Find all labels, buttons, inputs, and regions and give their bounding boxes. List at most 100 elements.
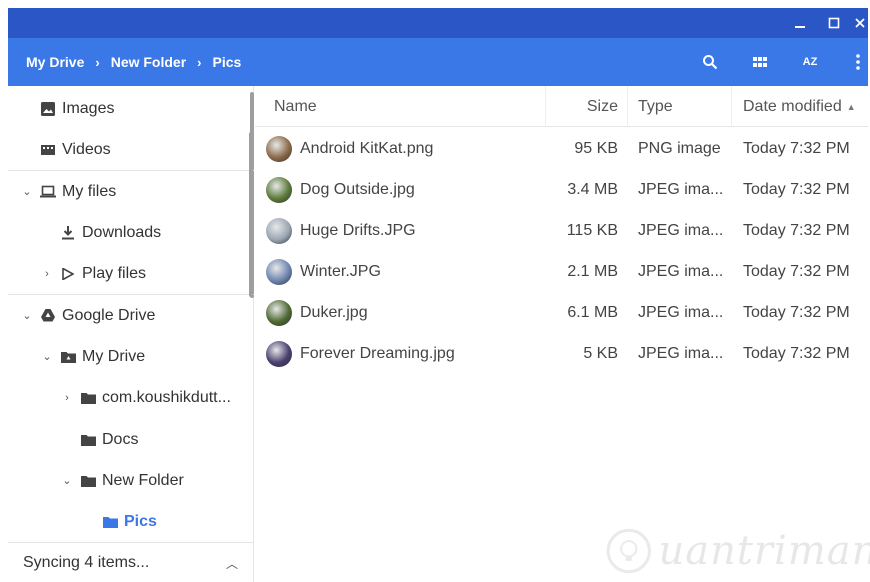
- search-button[interactable]: [690, 38, 730, 86]
- table-row[interactable]: Duker.jpg 6.1 MB JPEG ima... Today 7:32 PM: [255, 292, 868, 333]
- sidebar-item-label: Google Drive: [62, 306, 156, 324]
- file-size: 5 KB: [583, 344, 618, 362]
- maximize-icon[interactable]: [820, 8, 848, 38]
- file-date-modified: Today 7:32 PM: [743, 344, 850, 362]
- sidebar-item-my-files[interactable]: ⌄ My files: [8, 171, 254, 212]
- file-name: Duker.jpg: [300, 303, 368, 321]
- sidebar-item-docs[interactable]: Docs: [8, 419, 254, 460]
- file-name: Huge Drifts.JPG: [300, 221, 416, 239]
- sidebar-item-new-folder[interactable]: ⌄ New Folder: [8, 460, 254, 501]
- sidebar-item-com-koushikdutta[interactable]: › com.koushikdutt...: [8, 377, 254, 418]
- sidebar-item-images[interactable]: Images: [8, 88, 254, 129]
- sidebar: Images Videos ⌄ My files Downloads › Pla…: [8, 86, 254, 582]
- sidebar-item-label: com.koushikdutt...: [102, 388, 231, 406]
- watermark-logo: uantrimang: [605, 516, 870, 582]
- chevron-right-icon[interactable]: ›: [60, 392, 74, 404]
- table-row[interactable]: Huge Drifts.JPG 115 KB JPEG ima... Today 7:…: [255, 210, 868, 251]
- file-type: JPEG ima...: [638, 303, 724, 321]
- file-type: JPEG ima...: [638, 344, 724, 362]
- close-icon[interactable]: [846, 8, 870, 38]
- file-name-cell: Forever Dreaming.jpg: [266, 333, 541, 374]
- file-name: Forever Dreaming.jpg: [300, 344, 455, 362]
- minimize-icon[interactable]: [786, 8, 814, 38]
- chevron-down-icon[interactable]: ⌄: [20, 309, 34, 322]
- watermark-text: uantrimang: [658, 528, 870, 574]
- file-size: 95 KB: [574, 139, 618, 157]
- sort-button[interactable]: AZ: [790, 38, 830, 86]
- view-toggle-button[interactable]: [740, 38, 780, 86]
- sidebar-item-downloads[interactable]: Downloads: [8, 212, 254, 253]
- breadcrumb-pics[interactable]: Pics: [211, 54, 244, 70]
- file-name-cell: Duker.jpg: [266, 292, 541, 333]
- sidebar-item-label: Pics: [124, 512, 157, 530]
- file-name: Android KitKat.png: [300, 139, 434, 157]
- table-row[interactable]: Android KitKat.png 95 KB PNG image Today 7:…: [255, 128, 868, 169]
- file-size: 3.4 MB: [567, 180, 618, 198]
- play-icon: [60, 266, 76, 282]
- files-app-window: My Drive › New Folder › Pics AZ Images V…: [0, 0, 870, 582]
- file-date-modified: Today 7:32 PM: [743, 303, 850, 321]
- file-size: 115 KB: [566, 221, 618, 239]
- sidebar-item-videos[interactable]: Videos: [8, 129, 254, 170]
- search-icon: [703, 55, 718, 70]
- file-type: JPEG ima...: [638, 262, 724, 280]
- chevron-right-icon: ›: [95, 54, 100, 70]
- sidebar-item-pics[interactable]: Pics: [8, 501, 254, 542]
- grid-view-icon: [753, 57, 767, 67]
- table-row[interactable]: Winter.JPG 2.1 MB JPEG ima... Today 7:32 PM: [255, 251, 868, 292]
- breadcrumb-my-drive[interactable]: My Drive: [24, 54, 86, 70]
- list-header: Name Size Type Date modified ▲: [255, 86, 868, 127]
- sidebar-item-label: My Drive: [82, 347, 146, 365]
- sync-status-bar[interactable]: Syncing 4 items... ︿: [8, 542, 254, 582]
- sidebar-item-play-files[interactable]: › Play files: [8, 253, 254, 294]
- sidebar-item-label: Play files: [82, 264, 147, 282]
- sidebar-item-label: My files: [62, 182, 117, 200]
- thumbnail-image: [266, 176, 292, 203]
- chevron-down-icon[interactable]: ⌄: [20, 185, 34, 198]
- file-name: Dog Outside.jpg: [300, 180, 415, 198]
- thumbnail-image: [266, 340, 292, 367]
- chevron-right-icon: ›: [197, 54, 202, 70]
- sidebar-item-label: Images: [62, 99, 115, 117]
- column-divider: [627, 86, 628, 127]
- more-button[interactable]: [838, 38, 870, 86]
- column-header-name[interactable]: Name: [274, 86, 317, 127]
- column-header-date[interactable]: Date modified ▲: [743, 86, 856, 127]
- thumbnail-image: [266, 217, 292, 244]
- file-type: JPEG ima...: [638, 221, 724, 239]
- thumbnail-image: [266, 258, 292, 285]
- table-row[interactable]: Dog Outside.jpg 3.4 MB JPEG ima... Today 7:…: [255, 169, 868, 210]
- chevron-right-icon[interactable]: ›: [40, 268, 54, 280]
- file-name: Winter.JPG: [300, 262, 381, 280]
- sort-ascending-icon: ▲: [846, 101, 856, 112]
- column-header-type[interactable]: Type: [638, 86, 673, 127]
- list-scrollbar[interactable]: [249, 132, 253, 297]
- file-date-modified: Today 7:32 PM: [743, 221, 850, 239]
- sidebar-item-google-drive[interactable]: ⌄ Google Drive: [8, 295, 254, 336]
- title-bar: [8, 8, 868, 38]
- breadcrumb-new-folder[interactable]: New Folder: [109, 54, 188, 70]
- sidebar-item-my-drive[interactable]: ⌄ My Drive: [8, 336, 254, 377]
- file-date-modified: Today 7:32 PM: [743, 262, 850, 280]
- sync-status-text: Syncing 4 items...: [23, 553, 150, 571]
- chevron-up-icon[interactable]: ︿: [226, 555, 238, 572]
- file-size: 6.1 MB: [567, 303, 618, 321]
- file-list: Name Size Type Date modified ▲ Android K…: [249, 86, 870, 582]
- column-header-size[interactable]: Size: [573, 86, 618, 127]
- column-divider: [731, 86, 732, 127]
- chevron-down-icon[interactable]: ⌄: [40, 350, 54, 363]
- folder-icon: [80, 390, 96, 406]
- download-icon: [60, 225, 76, 241]
- file-name-cell: Winter.JPG: [266, 251, 541, 292]
- table-row[interactable]: Forever Dreaming.jpg 5 KB JPEG ima... Today…: [255, 333, 868, 374]
- thumbnail-image: [266, 135, 292, 162]
- shared-folder-icon: [60, 349, 76, 365]
- file-name-cell: Android KitKat.png: [266, 128, 541, 169]
- sidebar-item-label: Docs: [102, 430, 139, 448]
- sidebar-item-label: Videos: [62, 140, 111, 158]
- chevron-down-icon[interactable]: ⌄: [60, 474, 74, 487]
- file-name-cell: Dog Outside.jpg: [266, 169, 541, 210]
- file-size: 2.1 MB: [567, 262, 618, 280]
- image-icon: [40, 101, 56, 117]
- drive-icon: [40, 308, 56, 324]
